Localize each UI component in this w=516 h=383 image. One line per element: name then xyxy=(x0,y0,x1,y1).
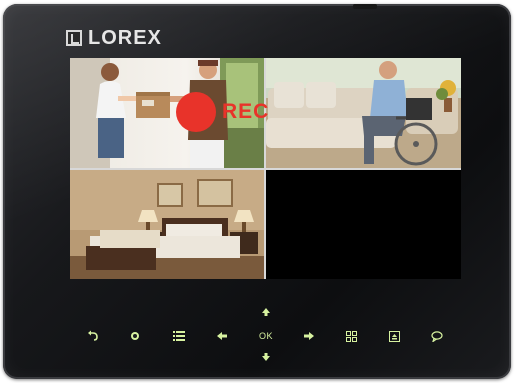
brand-logo: LOREX xyxy=(66,27,162,49)
right-arrow-icon xyxy=(304,332,314,340)
camera-pane-4[interactable] xyxy=(266,170,461,279)
back-icon xyxy=(88,330,98,341)
talk-icon xyxy=(431,330,443,342)
top-hinge xyxy=(353,4,377,9)
down-arrow-button[interactable] xyxy=(260,351,272,363)
quad-view-button[interactable] xyxy=(344,329,358,343)
up-arrow-button[interactable] xyxy=(260,306,272,318)
select-button[interactable] xyxy=(387,329,401,343)
menu-icon xyxy=(173,331,185,341)
back-button[interactable] xyxy=(86,329,100,343)
bedroom-scene-image xyxy=(70,170,264,279)
down-arrow-icon xyxy=(262,353,270,361)
select-icon xyxy=(388,330,400,342)
recording-indicator: REC xyxy=(176,92,269,132)
recording-label: REC xyxy=(222,100,270,123)
video-screen: REC xyxy=(70,58,461,279)
ok-button[interactable]: OK xyxy=(256,329,276,343)
menu-button[interactable] xyxy=(172,329,186,343)
talk-button[interactable] xyxy=(430,329,444,343)
grid-divider-horizontal xyxy=(70,168,461,170)
record-dot-icon xyxy=(176,92,216,132)
right-arrow-button[interactable] xyxy=(302,329,316,343)
quad-view-icon xyxy=(345,330,357,342)
up-arrow-icon xyxy=(262,308,270,316)
left-arrow-icon xyxy=(217,332,227,340)
power-button[interactable] xyxy=(128,329,142,343)
ok-label: OK xyxy=(258,331,273,341)
camera-pane-3[interactable] xyxy=(70,170,264,279)
left-arrow-button[interactable] xyxy=(215,329,229,343)
brand-name: LOREX xyxy=(88,26,162,49)
brand-mark-icon xyxy=(66,30,82,46)
power-icon xyxy=(131,332,139,340)
camera-pane-2[interactable] xyxy=(266,58,461,168)
living-room-scene-image xyxy=(266,58,461,168)
